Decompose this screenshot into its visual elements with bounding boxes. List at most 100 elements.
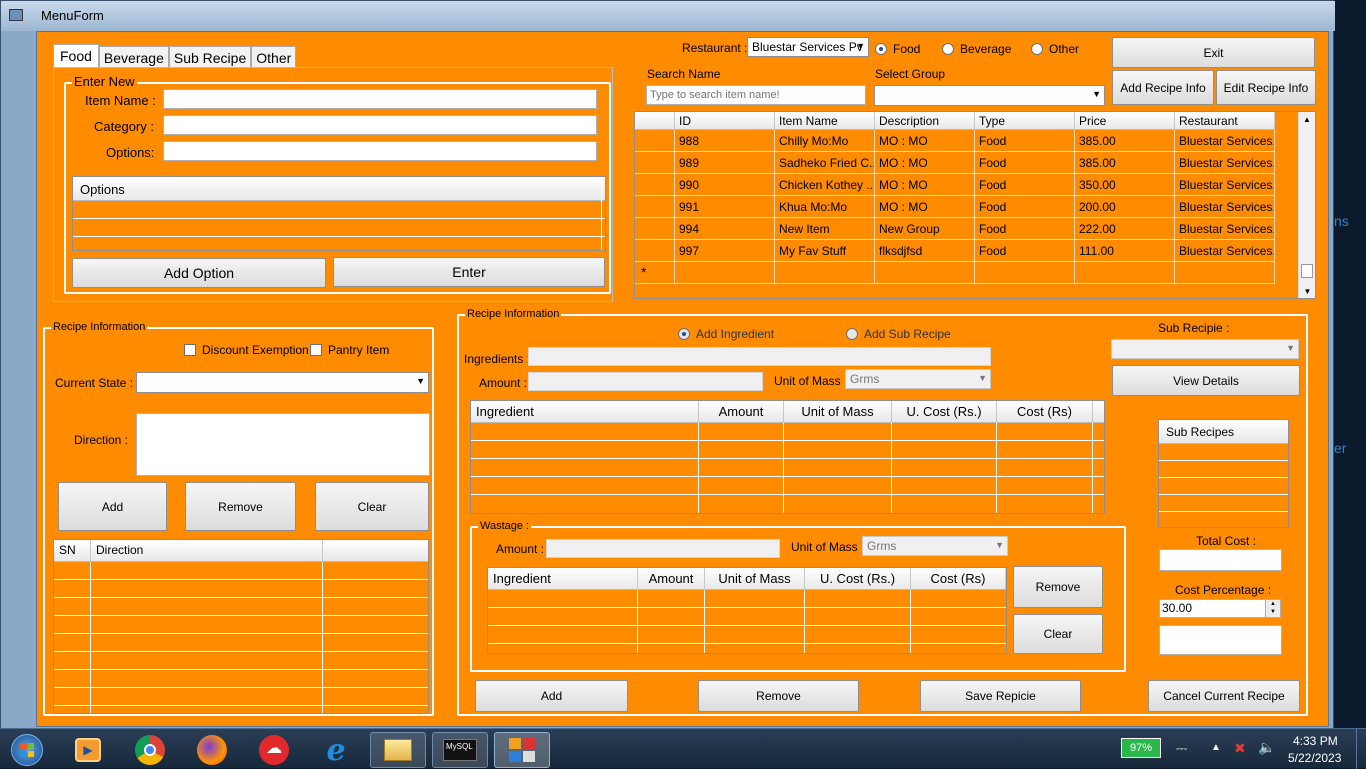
options-grid[interactable]: Options [72, 176, 606, 251]
remove-ingredient-button[interactable]: Remove [698, 680, 859, 712]
save-recipe-button[interactable]: Save Repicie [920, 680, 1081, 712]
wastage-remove-button[interactable]: Remove [1013, 566, 1103, 608]
radio-food[interactable]: Food [875, 42, 920, 56]
unit-of-mass-dropdown[interactable]: Grms ▼ [845, 369, 991, 389]
table-row[interactable]: 997 My Fav Stuff flksdjfsd Food 111.00 Bluest… [635, 240, 1275, 262]
cell: 350.00 [1075, 174, 1175, 195]
table-row[interactable]: 989 Sadheko Fried C... MO : MO Food 385.00 Bl… [635, 152, 1275, 174]
radio-add-ingredient[interactable]: Add Ingredient [678, 327, 774, 341]
directions-grid[interactable]: SN Direction [53, 539, 429, 714]
grid-row [1159, 478, 1288, 495]
col-header-unit: Unit of Mass [705, 568, 805, 589]
grid-row [471, 441, 1104, 459]
add-recipe-info-button[interactable]: Add Recipe Info [1112, 70, 1214, 105]
wastage-clear-button[interactable]: Clear [1013, 614, 1103, 654]
items-grid[interactable]: ID Item Name Description Type Price Rest… [634, 111, 1316, 299]
ingredients-field[interactable] [528, 347, 991, 366]
radio-add-sub-recipe[interactable]: Add Sub Recipe [846, 327, 951, 341]
sub-recipes-grid[interactable]: Sub Recipes [1158, 419, 1289, 528]
wastage-grid[interactable]: Ingredient Amount Unit of Mass U. Cost (… [487, 567, 1007, 654]
scroll-up-icon[interactable]: ▲ [1299, 112, 1315, 124]
view-details-button[interactable]: View Details [1112, 365, 1300, 396]
add-ingredient-button[interactable]: Add [475, 680, 628, 712]
start-button[interactable] [0, 732, 54, 768]
add-option-button[interactable]: Add Option [72, 258, 326, 288]
clear-direction-button[interactable]: Clear [315, 482, 429, 531]
pantry-item-checkbox[interactable]: Pantry Item [310, 343, 389, 357]
mysql-icon[interactable]: MySQL [432, 732, 488, 768]
cell: Food [975, 218, 1075, 239]
discount-exemption-checkbox[interactable]: Discount Exemption [184, 343, 309, 357]
battery-indicator[interactable]: 97% [1121, 738, 1161, 758]
item-name-label: Item Name : [85, 93, 156, 108]
total-cost-field[interactable] [1159, 549, 1282, 571]
table-row[interactable]: 990 Chicken Kothey ... MO : MO Food 350.00 Bl… [635, 174, 1275, 196]
tab-other[interactable]: Other [251, 46, 297, 68]
file-explorer-icon[interactable] [370, 732, 426, 768]
media-player-icon[interactable]: ▶ [60, 732, 116, 768]
scroll-down-icon[interactable]: ▼ [1299, 287, 1315, 296]
tab-beverage[interactable]: Beverage [98, 46, 169, 68]
volume-icon[interactable]: 🔈 [1258, 739, 1275, 756]
show-hidden-icons-icon[interactable]: ▲ [1211, 742, 1221, 753]
radio-beverage[interactable]: Beverage [942, 42, 1011, 56]
cloud-app-icon[interactable]: ☁ [246, 732, 302, 768]
select-group-dropdown[interactable]: ▼ [874, 85, 1105, 106]
table-row[interactable]: 991 Khua Mo:Mo MO : MO Food 200.00 Bluestar S… [635, 196, 1275, 218]
clock-time[interactable]: 4:33 PM [1293, 734, 1338, 748]
cost-percentage-result-field[interactable] [1159, 625, 1282, 655]
wastage-unit-dropdown[interactable]: Grms ▼ [862, 536, 1008, 556]
col-header-price: Price [1075, 112, 1175, 129]
wastage-amount-field[interactable] [546, 539, 780, 558]
new-row[interactable]: * [635, 262, 1275, 284]
enter-button[interactable]: Enter [333, 257, 605, 287]
winforms-app-icon[interactable] [494, 732, 550, 768]
table-row[interactable]: 988 Chilly Mo:Mo MO : MO Food 385.00 Bluestar… [635, 130, 1275, 152]
cell: Sadheko Fried C... [775, 152, 875, 173]
tab-sub-recipe[interactable]: Sub Recipe [168, 46, 252, 68]
options-field[interactable] [163, 141, 597, 161]
directions-grid-header: SN Direction [54, 540, 428, 562]
scroll-thumb[interactable] [1301, 264, 1313, 278]
exit-button[interactable]: Exit [1112, 37, 1315, 68]
category-field[interactable] [163, 115, 597, 135]
edit-recipe-info-button[interactable]: Edit Recipe Info [1216, 70, 1316, 105]
col-header-ingredient: Ingredient [471, 401, 699, 422]
chevron-down-icon: ▼ [1092, 89, 1101, 99]
cost-percentage-spinner[interactable]: 30.00 ▲ ▼ [1159, 599, 1281, 618]
radio-other[interactable]: Other [1031, 42, 1079, 56]
grid-row [54, 616, 428, 634]
grid-col-line [322, 562, 323, 713]
vertical-scrollbar[interactable]: ▲ ▼ [1298, 112, 1315, 298]
remove-direction-button[interactable]: Remove [185, 482, 296, 531]
plug-icon[interactable]: ⎓ [1176, 740, 1187, 757]
network-error-icon[interactable]: ✖ [1234, 740, 1246, 757]
window-title: MenuForm [41, 8, 104, 23]
firefox-icon[interactable] [184, 732, 240, 768]
internet-explorer-icon[interactable]: e [308, 732, 364, 768]
tab-food[interactable]: Food [53, 44, 99, 68]
chevron-down-icon: ▼ [978, 373, 987, 383]
current-state-dropdown[interactable]: ▼ [136, 372, 429, 393]
sub-recipe-dropdown[interactable]: ▼ [1111, 339, 1299, 359]
chrome-icon[interactable] [122, 732, 178, 768]
grid-col-line [601, 177, 602, 250]
menu-form-window: MenuForm Food Beverage Sub Recipe Other … [0, 0, 1335, 730]
clock-date[interactable]: 5/22/2023 [1288, 751, 1341, 765]
col-header-ingredient: Ingredient [488, 568, 638, 589]
search-input[interactable] [646, 85, 866, 105]
cell: New Group [875, 218, 975, 239]
add-direction-button[interactable]: Add [58, 482, 167, 531]
show-desktop-button[interactable] [1356, 729, 1366, 769]
cancel-current-recipe-button[interactable]: Cancel Current Recipe [1148, 680, 1300, 712]
amount-field[interactable] [528, 372, 763, 391]
wastage-unit-label: Unit of Mass : [791, 540, 865, 554]
ingredients-grid[interactable]: Ingredient Amount Unit of Mass U. Cost (… [470, 400, 1105, 514]
item-name-field[interactable] [163, 89, 597, 109]
cell: 385.00 [1075, 130, 1175, 151]
table-row[interactable]: 994 New Item New Group Food 222.00 Bluestar S… [635, 218, 1275, 240]
direction-textarea[interactable] [136, 413, 430, 476]
amount-label: Amount : [479, 376, 528, 390]
spinner-arrows-icon[interactable]: ▲ ▼ [1265, 600, 1280, 617]
restaurant-select[interactable]: Bluestar Services Pv ▼ [747, 37, 869, 57]
